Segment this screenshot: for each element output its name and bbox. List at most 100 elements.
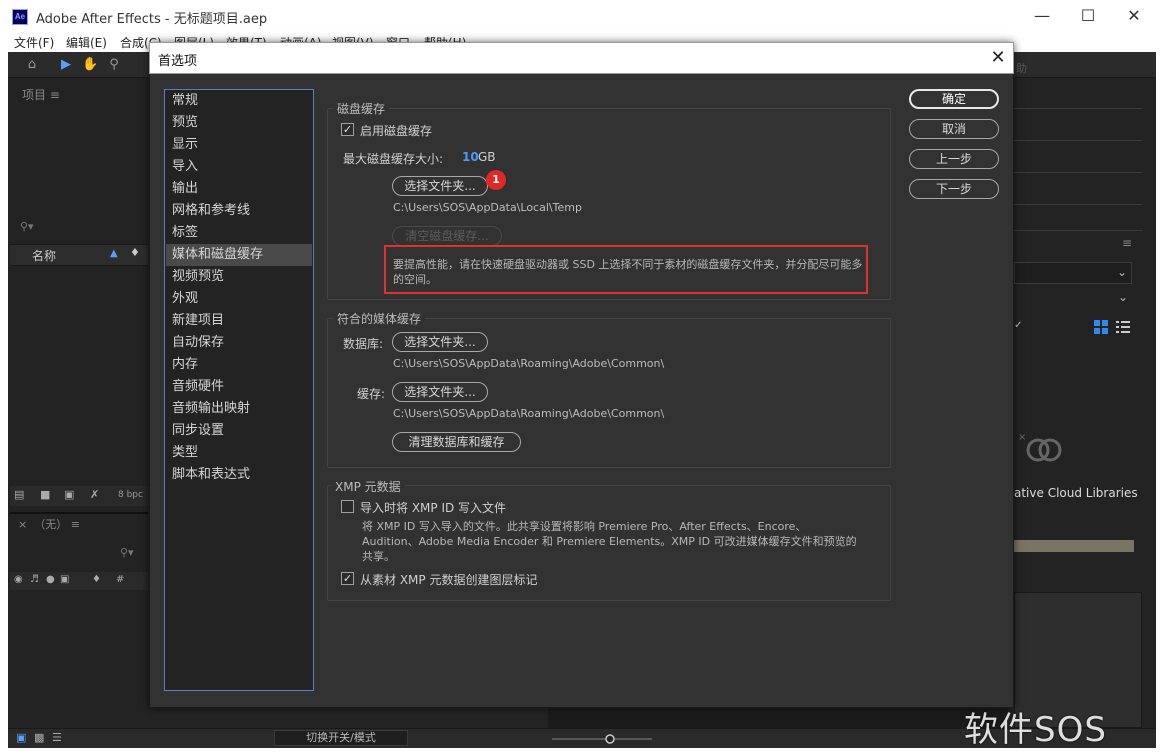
new-composition-icon[interactable]: ▣ [64,488,74,501]
nav-grids-guides[interactable]: 网格和参考线 [166,200,312,222]
dialog-close-icon[interactable]: ✕ [986,46,1010,70]
step-badge: 1 [486,170,506,190]
cache-path: C:\Users\SOS\AppData\Roaming\Adobe\Commo… [393,407,665,420]
chevron-down-icon: ⌄ [1116,265,1127,279]
window-title: Adobe After Effects - 无标题项目.aep [36,12,268,27]
hash-icon: # [116,574,125,585]
panel-divider [1014,140,1142,141]
project-label: 项目 [22,88,47,102]
minimize-icon[interactable]: — [1022,4,1062,28]
project-panel [10,80,148,510]
library-dropdown[interactable]: ⌄ [1014,262,1132,284]
nav-preview[interactable]: 预览 [166,112,312,134]
chevron-down-icon: ⌄ [1117,290,1128,304]
timeline-zoom-slider[interactable] [552,734,652,744]
timeline-search-icon[interactable]: ⚲▾ [120,546,134,559]
nav-video-preview[interactable]: 视频预览 [166,266,312,288]
nav-items: 常规 预览 显示 导入 输出 网格和参考线 标签 媒体和磁盘缓存 视频预览 外观… [165,90,313,500]
svg-text:×: × [1018,432,1026,443]
menu-file[interactable]: 文件(F) [14,34,54,51]
panel-menu-icon[interactable]: ≡ [1122,236,1132,250]
nav-audio-hardware[interactable]: 音频硬件 [166,376,312,398]
xmp-metadata-title: XMP 元数据 [331,478,405,495]
panel-divider [1014,172,1142,173]
timeline-tab[interactable]: × （无） ≡ [18,516,80,532]
disk-cache-title: 磁盘缓存 [333,100,390,117]
previous-button[interactable]: 上一步 [909,149,999,169]
grid-view-icon[interactable] [1094,320,1108,334]
nav-general[interactable]: 常规 [166,90,312,112]
create-layer-markers-checkbox[interactable]: ✓ [341,572,354,585]
timeline-none-label: （无） [34,518,68,531]
solo-icon[interactable]: ● [46,574,55,585]
render-icon[interactable]: ▣ [16,731,26,744]
nav-audio-output-mapping[interactable]: 音频输出映射 [166,398,312,420]
cache-choose-folder-button[interactable]: 选择文件夹... [392,382,488,402]
panel-divider [1014,204,1142,205]
clean-database-cache-button[interactable]: 清理数据库和缓存 [392,432,521,452]
create-layer-markers-label: 从素材 XMP 元数据创建图层标记 [360,573,538,587]
label-tag-icon[interactable]: ♦ [130,246,140,259]
creative-cloud-icon: × [1018,432,1062,462]
enable-disk-cache-checkbox[interactable]: ✓ [341,123,354,136]
nav-sync-settings[interactable]: 同步设置 [166,420,312,442]
eye-icon[interactable]: ◉ [14,574,23,585]
max-cache-size-unit: GB [478,150,496,164]
nav-labels[interactable]: 标签 [166,222,312,244]
nav-import[interactable]: 导入 [166,156,312,178]
selection-tool-icon[interactable]: ▶ [58,57,74,73]
maximize-icon[interactable]: ☐ [1068,4,1108,28]
menu-edit[interactable]: 编辑(E) [66,34,107,51]
new-folder-icon[interactable]: ■ [40,488,50,501]
dialog-titlebar [149,42,1014,74]
sort-up-icon[interactable]: ▲ [110,248,118,259]
layer-icon[interactable]: ▩ [34,731,44,744]
database-path: C:\Users\SOS\AppData\Roaming\Adobe\Commo… [393,357,665,370]
write-xmp-id-checkbox[interactable] [341,500,354,513]
disk-cache-path: C:\Users\SOS\AppData\Local\Temp [393,201,582,214]
interpret-footage-icon[interactable]: ▤ [14,488,24,501]
watermark: 软件SOS [964,710,1107,750]
search-help-fragment: 助 [1016,62,1027,75]
column-name-header[interactable]: 名称 [32,247,56,264]
nav-new-project[interactable]: 新建项目 [166,310,312,332]
project-search-icon[interactable]: ⚲▾ [20,220,34,233]
preview-strip [1014,540,1134,552]
database-choose-folder-button[interactable]: 选择文件夹... [392,332,488,352]
next-button[interactable]: 下一步 [909,179,999,199]
project-columns [10,244,148,266]
bit-depth-label[interactable]: 8 bpc [118,490,143,500]
dialog-title: 首选项 [158,54,198,69]
nav-output[interactable]: 输出 [166,178,312,200]
close-window-icon[interactable]: ✕ [1114,4,1154,28]
library-filter-dropdown[interactable]: ⌄ [1014,290,1132,310]
ok-button[interactable]: 确定 [909,89,999,109]
nav-appearance[interactable]: 外观 [166,288,312,310]
nav-auto-save[interactable]: 自动保存 [166,332,312,354]
switch-mode-toggle[interactable]: 切换开关/模式 [274,730,408,746]
list-view-icon[interactable] [1116,320,1130,334]
nav-type[interactable]: 类型 [166,442,312,464]
after-effects-logo-icon: Ae [12,9,28,25]
home-icon[interactable]: ⌂ [24,57,40,73]
nav-scripting-expressions[interactable]: 脚本和表达式 [166,464,312,486]
nav-memory[interactable]: 内存 [166,354,312,376]
disk-cache-choose-folder-button[interactable]: 选择文件夹... [392,176,488,196]
graph-icon[interactable]: ☰ [52,731,62,744]
hand-tool-icon[interactable]: ✋ [82,57,98,73]
max-cache-size-value[interactable]: 10 [462,150,479,164]
max-cache-size-label: 最大磁盘缓存大小: [343,152,444,166]
audio-icon[interactable]: ♬ [30,574,39,585]
disk-cache-tip: 要提高性能，请在快速硬盘驱动器或 SSD 上选择不同于素材的磁盘缓存文件夹，并分… [393,258,863,286]
libraries-panel [1014,80,1142,590]
clear-disk-cache-button[interactable]: 清空磁盘缓存... [392,226,502,246]
project-panel-title: 项目 ≡ [22,88,60,102]
zoom-tool-icon[interactable]: ⚲ [106,57,122,73]
nav-display[interactable]: 显示 [166,134,312,156]
cancel-button[interactable]: 取消 [909,119,999,139]
nav-media-disk-cache[interactable]: 媒体和磁盘缓存 [166,244,312,266]
delete-icon[interactable]: ✗ [90,488,99,501]
tag-icon[interactable]: ♦ [92,574,101,585]
lock-icon[interactable]: ▣ [60,574,69,585]
enable-disk-cache-label: 启用磁盘缓存 [360,124,433,138]
